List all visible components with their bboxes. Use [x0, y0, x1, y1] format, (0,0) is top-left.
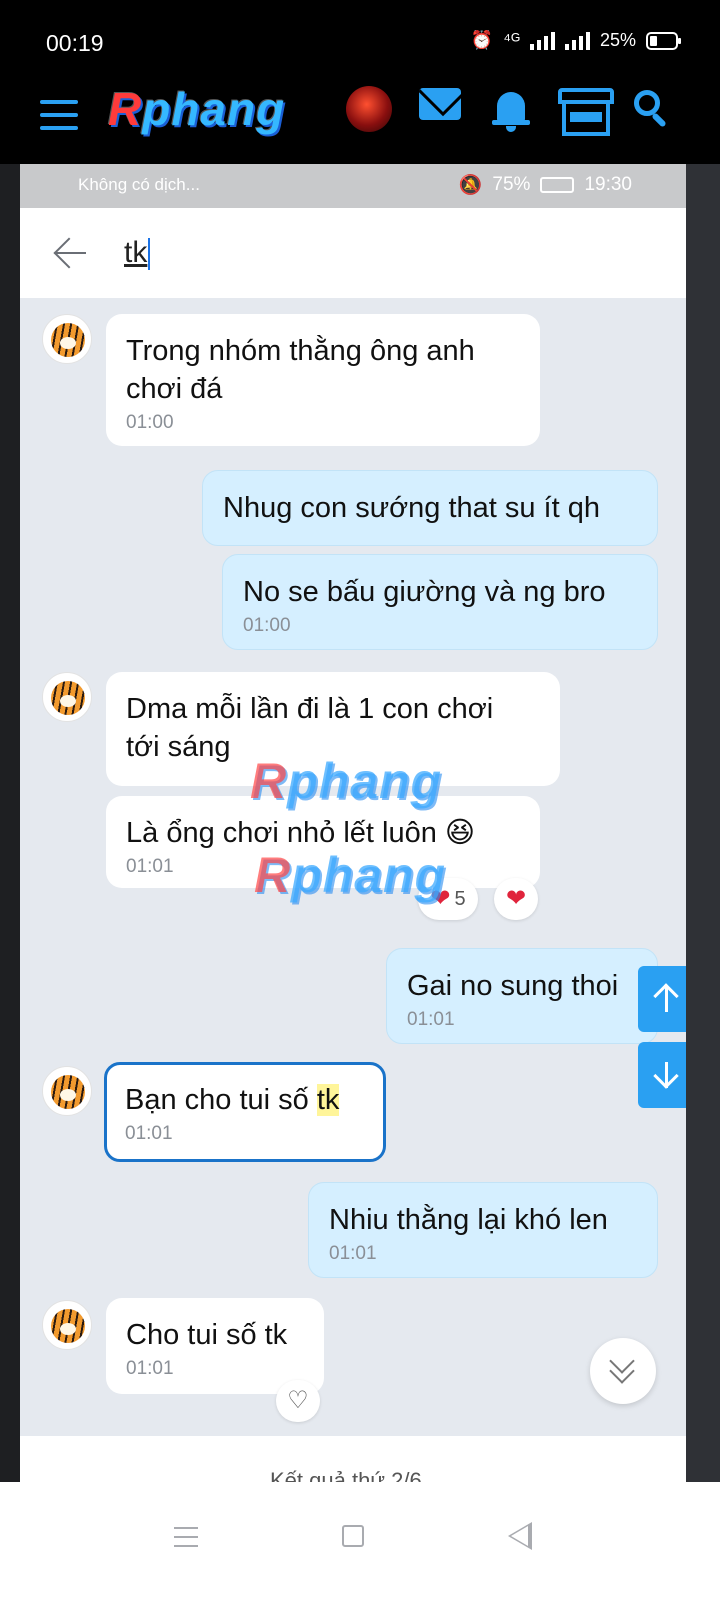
- signal-icon: [529, 31, 555, 50]
- app-header: Rphang: [0, 80, 720, 164]
- message-text: Nhiu thằng lại khó len: [329, 1204, 608, 1236]
- mute-icon: 🔕: [458, 175, 483, 196]
- message-text: Nhug con sướng that su ít qh: [223, 492, 600, 524]
- sender-avatar[interactable]: [42, 672, 92, 722]
- screen-edge: [686, 164, 720, 1482]
- message-bubble[interactable]: Gai no sung thoi 01:01: [386, 948, 658, 1044]
- back-icon[interactable]: [508, 1522, 532, 1550]
- search-result-bar: Kết quả thứ 2/6: [20, 1436, 686, 1482]
- result-counter: Kết quả thứ 2/6: [270, 1468, 422, 1482]
- bell-icon[interactable]: [491, 88, 531, 132]
- mail-icon[interactable]: [419, 88, 461, 120]
- network-type: ⁴ᴳ: [503, 30, 520, 50]
- signal-2-icon: [564, 31, 590, 50]
- inner-time: 19:30: [584, 174, 632, 195]
- watermark: Rphang: [254, 847, 447, 903]
- message-time: 01:01: [329, 1243, 377, 1264]
- home-icon[interactable]: [342, 1525, 364, 1547]
- system-status-bar: 00:19 ⏰ ⁴ᴳ 25%: [0, 0, 720, 80]
- message-bubble[interactable]: Nhug con sướng that su ít qh: [202, 470, 658, 546]
- message-time: 01:01: [125, 1123, 173, 1144]
- message-time: 01:00: [126, 412, 174, 433]
- message-time: 01:00: [243, 615, 291, 636]
- message-text: Bạn cho tui số tk: [125, 1084, 340, 1116]
- store-icon[interactable]: [558, 88, 614, 138]
- next-result-button[interactable]: [638, 1042, 686, 1108]
- message-bubble[interactable]: Trong nhóm thằng ông anh chơi đá 01:00: [106, 314, 540, 446]
- alarm-icon: ⏰: [470, 30, 494, 50]
- sender-avatar[interactable]: [42, 1066, 92, 1116]
- react-heart-button[interactable]: ❤: [494, 878, 538, 920]
- battery-percent: 25%: [599, 30, 636, 50]
- sender-avatar[interactable]: [42, 1300, 92, 1350]
- previous-result-button[interactable]: [638, 966, 686, 1032]
- inner-battery-icon: [540, 177, 575, 193]
- search-match: tk: [316, 1084, 340, 1116]
- reaction-count: 5: [454, 887, 466, 910]
- recent-apps-icon[interactable]: [174, 1527, 198, 1547]
- inner-status-right: 🔕 75% 19:30: [459, 173, 632, 197]
- user-avatar[interactable]: [346, 86, 392, 132]
- arrow-up-icon: [653, 983, 679, 1014]
- menu-icon[interactable]: [40, 100, 78, 130]
- inner-status-bar: Không có dịch... 🔕 75% 19:30: [20, 164, 686, 208]
- site-logo[interactable]: Rphang: [108, 82, 285, 136]
- sender-avatar[interactable]: [42, 314, 92, 364]
- message-text: Trong nhóm thằng ông anh: [126, 335, 475, 367]
- message-time: 01:01: [126, 1358, 174, 1379]
- heart-outline-icon: ♡: [287, 1387, 309, 1414]
- message-bubble[interactable]: Nhiu thằng lại khó len 01:01: [308, 1182, 658, 1278]
- status-icons: ⏰ ⁴ᴳ 25%: [470, 30, 681, 51]
- message-text: Gai no sung thoi: [407, 970, 619, 1002]
- scroll-to-bottom-button[interactable]: [590, 1338, 656, 1404]
- message-bubble[interactable]: No se bấu giường và ng bro 01:00: [222, 554, 658, 650]
- chat-screenshot: Không có dịch... 🔕 75% 19:30 tk Trong nh…: [20, 164, 686, 1482]
- back-arrow-icon[interactable]: [53, 237, 88, 269]
- message-time: 01:01: [407, 1009, 455, 1030]
- inner-battery-percent: 75%: [492, 174, 531, 195]
- highlighted-message-bubble[interactable]: Bạn cho tui số tk 01:01: [104, 1062, 386, 1162]
- inner-carrier: Không có dịch...: [78, 175, 200, 194]
- message-text: Dma mỗi lần đi là 1 con chơi: [126, 693, 494, 725]
- message-text: No se bấu giường và ng bro: [243, 576, 606, 608]
- search-query-input[interactable]: tk: [124, 236, 151, 271]
- clock: 00:19: [46, 30, 104, 56]
- arrow-down-icon: [653, 1060, 679, 1090]
- react-heart-button[interactable]: ♡: [276, 1380, 320, 1422]
- heart-icon: ❤: [505, 885, 527, 912]
- message-text: Cho tui số tk: [126, 1319, 288, 1351]
- watermark: Rphang: [250, 753, 443, 809]
- search-icon[interactable]: [634, 88, 670, 128]
- battery-icon: [646, 31, 681, 50]
- message-text: chơi đá: [126, 373, 223, 405]
- system-navigation-bar: [0, 1482, 720, 1600]
- chat-search-bar: tk: [20, 208, 686, 298]
